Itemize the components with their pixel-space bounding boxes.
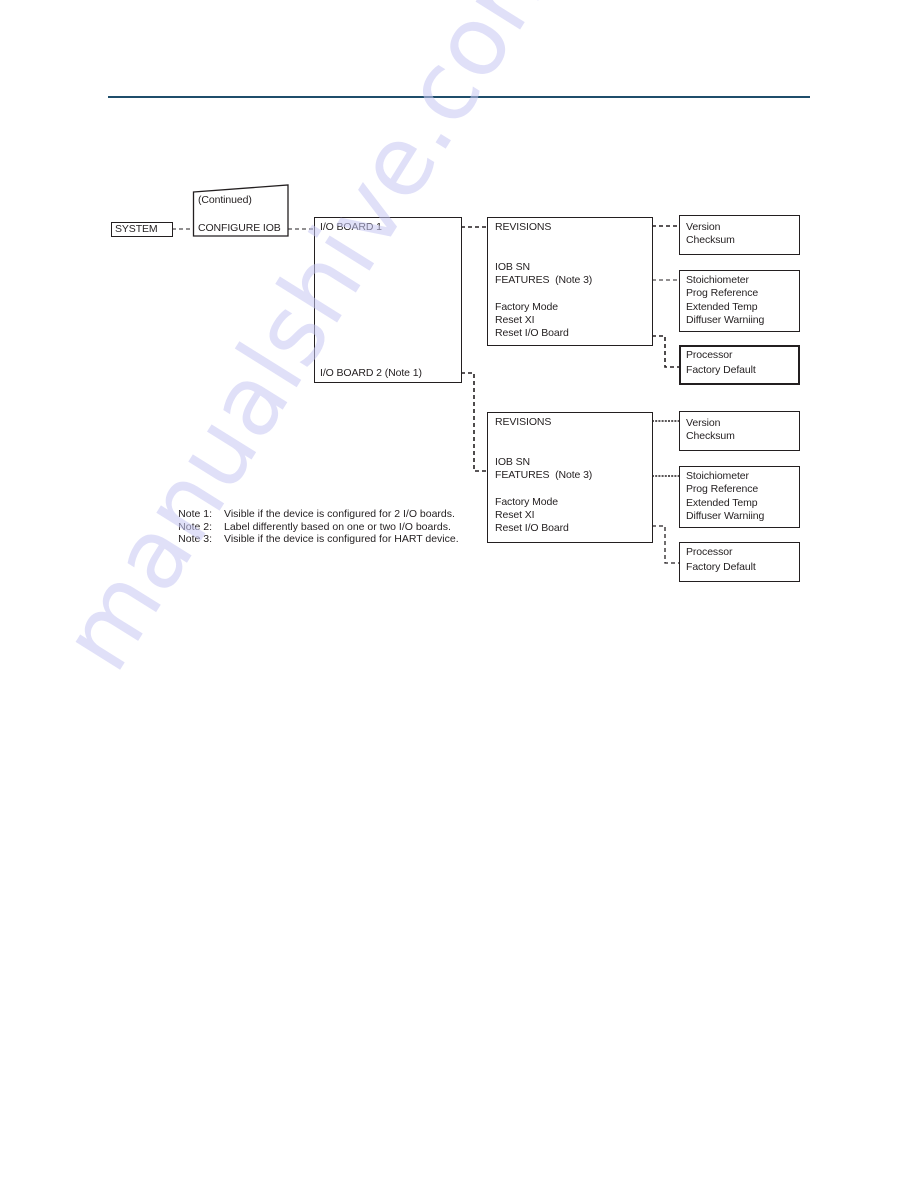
header-rule <box>108 96 810 98</box>
continued-label: (Continued) <box>198 194 252 206</box>
board1-stoichiometer: Stoichiometer <box>686 274 749 286</box>
board2-extended-temp: Extended Temp <box>686 496 758 509</box>
io-board-2-label: I/O BOARD 2 (Note 1) <box>320 367 422 379</box>
board2-prog-reference: Prog Reference <box>686 483 759 496</box>
board2-features-label: FEATURES <box>495 469 550 481</box>
note-id: Note 2: <box>178 520 212 533</box>
note-3: Note 3: Visible if the device is configu… <box>163 533 459 546</box>
board1-revisions-list: Version Checksum <box>686 221 735 248</box>
board2-stoichiometer: Stoichiometer <box>686 470 749 482</box>
board2-diffuser-warning: Diffuser Warniing <box>686 510 765 523</box>
connector-board2-reset <box>652 525 679 564</box>
board1-features: FEATURES (Note 3) <box>495 274 592 287</box>
board2-features-list: Stoichiometer Prog Reference Extended Te… <box>686 470 764 524</box>
board1-diffuser-warning: Diffuser Warniing <box>686 314 765 327</box>
board2-reset-io-board: Reset I/O Board <box>495 522 569 534</box>
notes: Note 1: Visible if the device is configu… <box>163 508 459 546</box>
board2-version: Version <box>686 417 721 429</box>
board1-factory-mode: Factory Mode <box>495 301 558 313</box>
connector-board1-reset <box>652 335 679 368</box>
note-1: Note 1: Visible if the device is configu… <box>163 508 459 521</box>
io-board-1-label: I/O BOARD 1 <box>320 221 382 233</box>
note-id: Note 1: <box>178 508 212 520</box>
note-text: Visible if the device is configured for … <box>224 508 455 520</box>
board1-features-label: FEATURES <box>495 274 550 286</box>
board1-reset-list: Processor Factory Default <box>686 348 756 377</box>
connector-board2-menu <box>461 372 487 472</box>
board2-factory-mode: Factory Mode <box>495 496 558 508</box>
board2-iob-sn: IOB SN <box>495 456 530 468</box>
board1-factory-default: Factory Default <box>686 363 756 376</box>
board2-checksum: Checksum <box>686 430 735 443</box>
board2-reset-list: Processor Factory Default <box>686 545 756 574</box>
note-id: Note 3: <box>178 533 212 546</box>
board2-features: FEATURES (Note 3) <box>495 469 592 482</box>
board2-processor: Processor <box>686 546 733 558</box>
board2-revisions-list: Version Checksum <box>686 417 735 444</box>
board1-extended-temp: Extended Temp <box>686 300 758 313</box>
board2-factory-default: Factory Default <box>686 560 756 573</box>
board1-version: Version <box>686 221 721 233</box>
board2-features-note: (Note 3) <box>555 469 593 481</box>
io-board-box <box>314 217 462 383</box>
board1-prog-reference: Prog Reference <box>686 287 759 300</box>
diagram-connectors <box>172 184 679 564</box>
board1-checksum: Checksum <box>686 234 735 247</box>
configure-iob-label: CONFIGURE IOB <box>198 222 281 234</box>
board1-reset-io-board: Reset I/O Board <box>495 327 569 339</box>
note-text: Label differently based on one or two I/… <box>224 520 451 533</box>
board1-processor: Processor <box>686 349 733 361</box>
board1-features-note: (Note 3) <box>555 274 593 286</box>
board1-iob-sn: IOB SN <box>495 261 530 273</box>
board2-reset-xi: Reset XI <box>495 509 535 521</box>
board1-reset-xi: Reset XI <box>495 314 535 326</box>
board2-revisions: REVISIONS <box>495 416 552 428</box>
note-text: Visible if the device is configured for … <box>224 533 459 546</box>
board1-features-list: Stoichiometer Prog Reference Extended Te… <box>686 274 764 328</box>
system-label: SYSTEM <box>115 223 158 235</box>
board1-revisions: REVISIONS <box>495 221 552 233</box>
note-2: Note 2: Label differently based on one o… <box>163 521 459 534</box>
